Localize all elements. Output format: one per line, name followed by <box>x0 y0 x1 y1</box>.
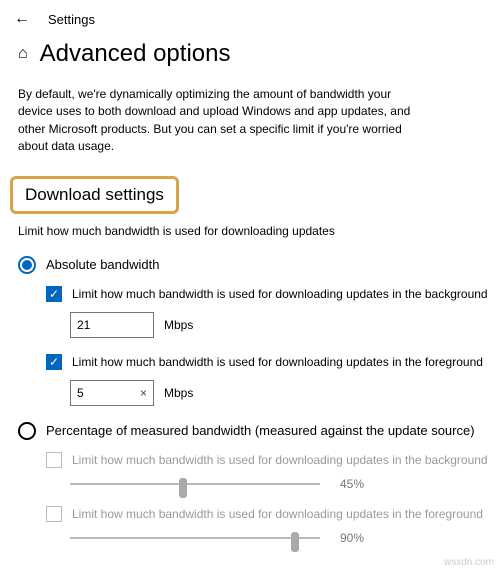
download-settings-sub: Limit how much bandwidth is used for dow… <box>0 224 500 250</box>
radio-label: Percentage of measured bandwidth (measur… <box>46 423 475 438</box>
background-pct-slider <box>70 476 320 492</box>
checkbox-label: Limit how much bandwidth is used for dow… <box>72 453 488 467</box>
checkbox-icon: ✓ <box>46 286 62 302</box>
radio-icon <box>18 422 36 440</box>
checkbox-icon <box>46 506 62 522</box>
clear-icon[interactable]: × <box>140 386 147 400</box>
radio-percentage-bandwidth[interactable]: Percentage of measured bandwidth (measur… <box>0 416 500 446</box>
foreground-mbps-input[interactable]: 5 × <box>70 380 154 406</box>
foreground-pct-value: 90% <box>340 531 364 545</box>
back-icon[interactable]: ← <box>14 10 30 28</box>
checkbox-icon <box>46 452 62 468</box>
unit-label: Mbps <box>164 386 193 400</box>
input-value: 5 <box>77 386 84 400</box>
unit-label: Mbps <box>164 318 193 332</box>
page-title: Advanced options <box>40 40 231 68</box>
input-value: 21 <box>77 318 90 332</box>
checkbox-foreground-limit[interactable]: ✓ Limit how much bandwidth is used for d… <box>0 348 500 376</box>
background-pct-value: 45% <box>340 477 364 491</box>
foreground-pct-slider <box>70 530 320 546</box>
checkbox-pct-foreground-limit: Limit how much bandwidth is used for dow… <box>0 500 500 528</box>
home-icon[interactable]: ⌂ <box>18 45 28 63</box>
checkbox-label: Limit how much bandwidth is used for dow… <box>72 287 488 301</box>
radio-icon <box>18 256 36 274</box>
download-settings-heading: Download settings <box>10 176 179 214</box>
window-title: Settings <box>48 12 95 27</box>
page-description: By default, we're dynamically optimizing… <box>0 76 430 156</box>
background-mbps-input[interactable]: 21 <box>70 312 154 338</box>
checkbox-background-limit[interactable]: ✓ Limit how much bandwidth is used for d… <box>0 280 500 308</box>
radio-absolute-bandwidth[interactable]: Absolute bandwidth <box>0 250 500 280</box>
checkbox-pct-background-limit: Limit how much bandwidth is used for dow… <box>0 446 500 474</box>
checkbox-label: Limit how much bandwidth is used for dow… <box>72 507 483 521</box>
checkbox-icon: ✓ <box>46 354 62 370</box>
checkbox-label: Limit how much bandwidth is used for dow… <box>72 355 483 369</box>
radio-label: Absolute bandwidth <box>46 257 159 272</box>
watermark: wsxdn.com <box>444 557 494 568</box>
